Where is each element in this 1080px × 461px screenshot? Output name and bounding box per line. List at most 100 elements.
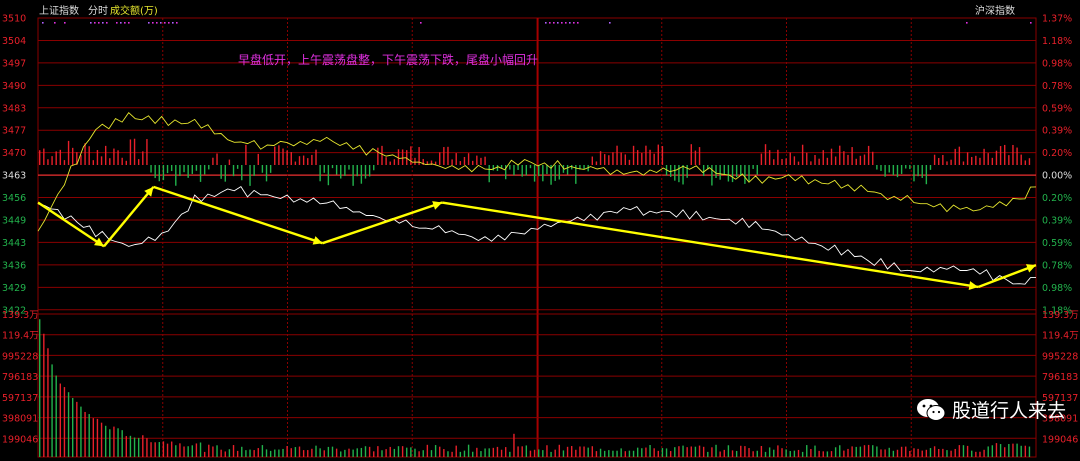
sentiment-bar xyxy=(137,159,140,165)
sentiment-bar xyxy=(624,154,627,165)
volume-bar xyxy=(187,446,189,457)
sentiment-bar xyxy=(863,154,866,165)
sentiment-bar xyxy=(876,165,878,170)
sentiment-bar xyxy=(492,165,495,171)
y-tick-label: 3504 xyxy=(2,36,26,47)
sentiment-bar xyxy=(175,165,177,186)
volume-bar xyxy=(533,449,536,457)
index-name[interactable]: 上证指数 xyxy=(39,4,79,17)
sentiment-bar xyxy=(59,149,62,165)
volume-bar xyxy=(793,450,796,457)
volume-bar xyxy=(744,446,746,457)
right-index-label[interactable]: 沪深指数 xyxy=(975,4,1015,17)
sentiment-bar xyxy=(632,145,635,165)
volume-bar xyxy=(913,448,915,457)
top-marker xyxy=(164,22,166,24)
sentiment-bar xyxy=(554,165,556,181)
sentiment-bar xyxy=(999,146,1002,165)
volume-bar xyxy=(410,447,412,457)
volume-bar xyxy=(249,449,251,457)
volume-bar xyxy=(641,448,643,457)
top-marker xyxy=(98,22,100,24)
sentiment-bar xyxy=(872,151,874,165)
sentiment-bar xyxy=(962,161,965,165)
sentiment-bar xyxy=(340,165,342,179)
sentiment-bar xyxy=(616,145,618,165)
sentiment-bar xyxy=(558,165,561,180)
sentiment-bar xyxy=(257,153,259,165)
y-tick-label-right: 0.20% xyxy=(1042,193,1072,204)
sentiment-bar xyxy=(488,165,490,183)
volume-bar xyxy=(55,375,57,457)
volume-bar xyxy=(109,429,111,457)
sentiment-bar xyxy=(203,165,206,175)
volume-bar xyxy=(876,446,878,457)
volume-bar xyxy=(950,450,952,457)
volume-bar xyxy=(480,451,482,457)
volume-bar xyxy=(170,441,173,457)
top-marker xyxy=(64,22,66,24)
volume-bar xyxy=(162,441,165,457)
volume-bar xyxy=(653,448,655,457)
volume-bar xyxy=(1004,447,1006,457)
volume-bar xyxy=(455,445,457,457)
volume-bar xyxy=(414,448,416,457)
y-tick-label: 3449 xyxy=(2,215,26,226)
y-tick-label: 3443 xyxy=(2,238,26,249)
sentiment-bar xyxy=(323,165,325,173)
volume-bar xyxy=(768,447,771,457)
sentiment-bar xyxy=(566,165,569,175)
volume-bar xyxy=(241,446,243,457)
top-marker xyxy=(116,22,118,24)
volume-bar xyxy=(991,445,994,457)
volume-bar xyxy=(146,438,148,457)
sentiment-bar xyxy=(348,165,350,170)
sentiment-bar xyxy=(307,158,309,165)
volume-bar xyxy=(517,446,519,457)
volume-bar xyxy=(104,425,107,457)
volume-bar xyxy=(472,451,474,457)
sentiment-bar xyxy=(344,165,346,176)
sentiment-bar xyxy=(191,165,193,174)
volume-bar xyxy=(166,443,169,457)
volume-bar xyxy=(999,444,1002,457)
volume-bar xyxy=(360,447,363,457)
sentiment-bar xyxy=(814,154,816,165)
sentiment-bar xyxy=(129,139,132,165)
volume-bar xyxy=(719,451,721,457)
volume-bar xyxy=(525,445,528,457)
sentiment-bar xyxy=(905,165,907,169)
sentiment-bar xyxy=(278,145,280,165)
sentiment-bar xyxy=(170,165,173,172)
volume-bar xyxy=(290,448,292,457)
volume-bar xyxy=(558,444,561,457)
volume-bar xyxy=(381,450,383,457)
volume-bar xyxy=(863,445,866,457)
mode-label[interactable]: 分时 xyxy=(88,5,108,17)
volume-bar xyxy=(265,449,268,457)
volume-bar xyxy=(538,449,540,457)
volume-bar xyxy=(925,449,928,457)
volume-bar xyxy=(76,401,78,457)
volume-bar xyxy=(154,442,156,457)
volume-bar xyxy=(921,450,923,457)
y-tick-label-right: 0.98% xyxy=(1042,283,1072,294)
volume-bar xyxy=(789,451,791,457)
sentiment-bar xyxy=(331,165,334,169)
volume-bar xyxy=(203,451,206,457)
top-marker xyxy=(1030,22,1032,24)
volume-bar xyxy=(183,446,185,457)
sentiment-bar xyxy=(801,144,804,165)
volume-bar xyxy=(546,445,548,457)
sentiment-bar xyxy=(298,156,301,165)
volume-bar xyxy=(599,448,602,457)
sentiment-bar xyxy=(950,159,952,165)
volume-bar xyxy=(987,446,989,457)
sentiment-bar xyxy=(884,165,886,177)
sentiment-bar xyxy=(459,161,462,165)
sentiment-bar xyxy=(896,165,899,178)
volume-bar xyxy=(694,446,697,457)
axis-ticks: 3510 1.37% 3504 1.18% 3497 0.98% 3490 0.78% 3483… xyxy=(2,14,1079,446)
sentiment-bar xyxy=(843,151,845,165)
sentiment-bar xyxy=(401,149,404,165)
